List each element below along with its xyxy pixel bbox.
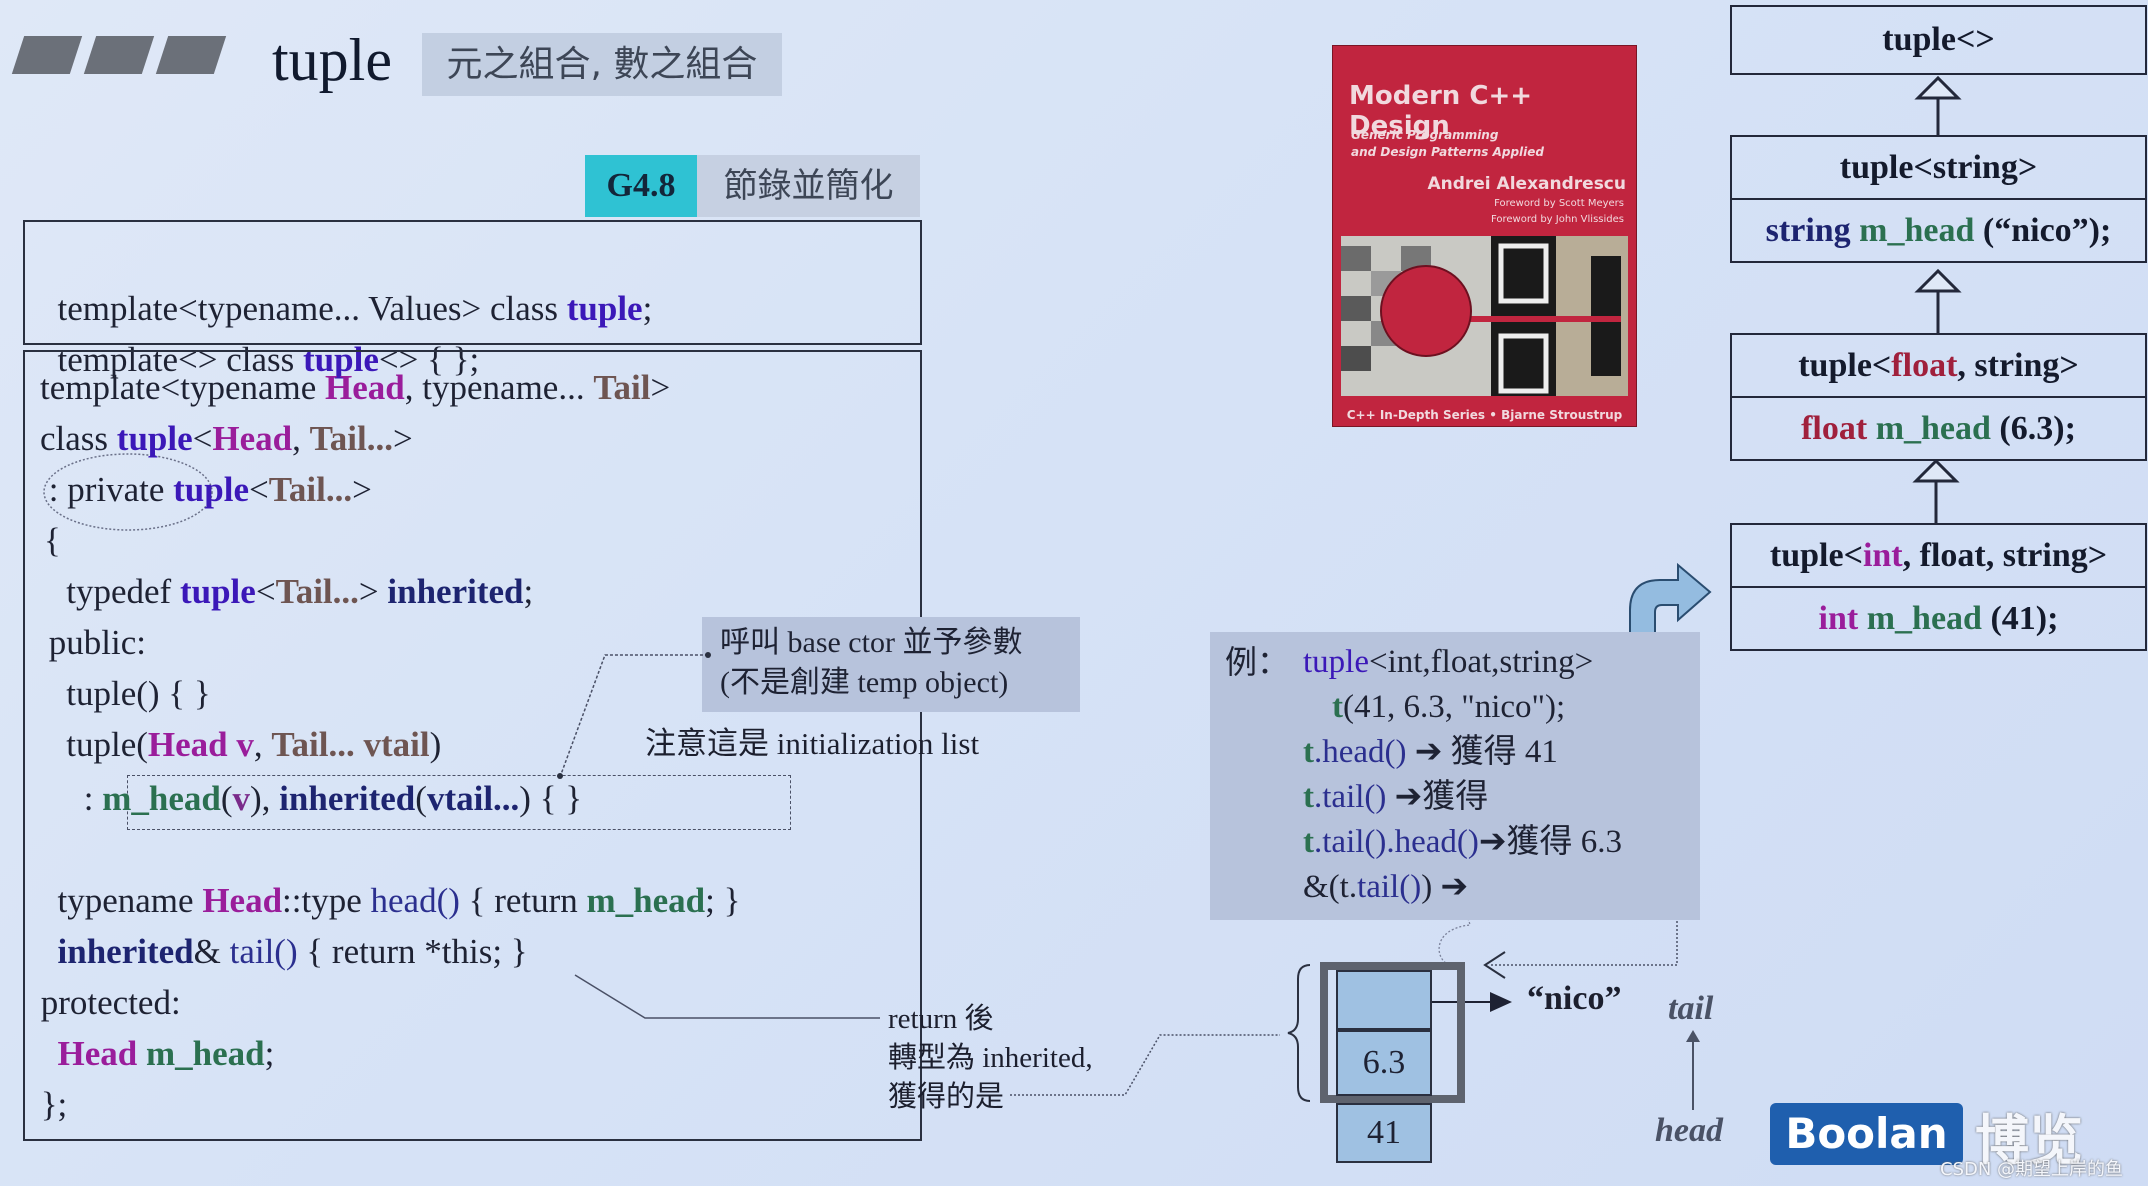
uml-class-member: string m_head (“nico”); — [1732, 198, 2145, 261]
return-to-memory-connector — [1010, 1034, 1280, 1096]
uml-class-tuple-float-string: tuple<float, string> float m_head (6.3); — [1730, 333, 2147, 461]
uml-member-name: m_head — [1866, 600, 1982, 637]
memory-cell-int: 41 — [1336, 1103, 1432, 1163]
example-line-1: tuple<int,float,string> — [1303, 640, 1593, 685]
code-text: (41, 6.3, "nico"); — [1343, 689, 1566, 725]
callout-connector — [559, 654, 708, 778]
code-var-t: t — [1332, 689, 1343, 725]
uml-name-text: > — [2017, 149, 2038, 186]
example-line-4: t.tail() ➔獲得 — [1303, 775, 1488, 820]
uml-member-space — [1867, 410, 1876, 447]
boolan-logo: Boolan — [1770, 1103, 1963, 1165]
book-author: Andrei Alexandrescu — [1427, 174, 1626, 194]
code-var-t: t — [1303, 734, 1314, 770]
code-keyword-tuple: tuple — [1303, 644, 1369, 680]
uml-member-type: int — [1818, 600, 1859, 637]
uml-class-name: tuple<> — [1732, 7, 2145, 73]
uml-name-text: tuple<> — [1882, 21, 1995, 58]
return-note-connector — [574, 974, 880, 1019]
code-text: &(t. — [1303, 869, 1358, 905]
tail-arrow-head — [1686, 1030, 1700, 1042]
uml-member-type: string — [1765, 212, 1860, 249]
uml-class-member: int m_head (41); — [1732, 586, 2145, 649]
memory-cell-float: 6.3 — [1336, 1030, 1432, 1096]
uml-name-type: float — [1891, 347, 1958, 384]
uml-class-tuple-string: tuple<string> string m_head (“nico”); — [1730, 135, 2147, 263]
example-line-5: t.tail().head()➔獲得 6.3 — [1303, 820, 1622, 865]
uml-member-type: float — [1801, 410, 1868, 447]
code-text: ➔ 獲得 41 — [1406, 734, 1558, 770]
uml-class-name: tuple<string> — [1732, 137, 2145, 198]
example-line-6: &(t.tail()) ➔ — [1303, 865, 1468, 910]
book-cover-image: Modern C++ Design Generic Programming an… — [1332, 45, 1637, 427]
book-subtitle-1: Generic Programming — [1351, 128, 1499, 142]
code-function: .tail().head() — [1314, 824, 1479, 860]
code-text: <int,float,string> — [1368, 644, 1594, 680]
example-line-2: t(41, 6.3, "nico"); — [1332, 685, 1565, 730]
example-line-3: t.head() ➔ 獲得 41 — [1303, 730, 1558, 775]
uml-member-space — [1858, 600, 1867, 637]
uml-member-name: m_head — [1875, 410, 1991, 447]
tail-label: tail — [1668, 990, 1714, 1027]
uml-member-init: (41); — [1981, 600, 2059, 637]
memory-cell-string-ptr — [1336, 970, 1432, 1030]
code-text: ➔獲得 — [1386, 779, 1489, 815]
code-text: ) ➔ — [1421, 869, 1469, 905]
uml-class-name: tuple<float, string> — [1732, 335, 2145, 396]
uml-name-text: , string> — [1957, 347, 2079, 384]
book-foreword-1: Foreword by Scott Meyers — [1494, 198, 1624, 209]
uml-name-text: tuple< — [1769, 537, 1863, 574]
uml-class-name: tuple<int, float, string> — [1732, 525, 2145, 586]
book-art — [1341, 236, 1628, 396]
code-function: tail() — [1357, 869, 1422, 905]
uml-member-init: (“nico”); — [1974, 212, 2112, 249]
book-series: C++ In-Depth Series • Bjarne Stroustrup — [1346, 408, 1623, 422]
code-var-t: t — [1303, 779, 1314, 815]
head-label: head — [1655, 1112, 1723, 1149]
code-var-t: t — [1303, 824, 1314, 860]
book-foreword-2: Foreword by John Vlissides — [1491, 214, 1624, 225]
pointer-target-label: “nico” — [1527, 980, 1622, 1017]
code-text: ➔獲得 6.3 — [1478, 824, 1623, 860]
uml-member-name: m_head — [1859, 212, 1975, 249]
uml-name-text: tuple< — [1798, 347, 1892, 384]
pointer-arrowhead — [1490, 992, 1512, 1012]
callout-connector-dot — [705, 652, 711, 658]
uml-name-type: int — [1862, 537, 1903, 574]
code-function: .head() — [1314, 734, 1407, 770]
memory-brace — [1287, 964, 1311, 1102]
uml-class-tuple-int-float-string: tuple<int, float, string> int m_head (41… — [1730, 523, 2147, 651]
uml-class-member: float m_head (6.3); — [1732, 396, 2145, 459]
code-function: .tail() — [1314, 779, 1387, 815]
csdn-watermark: CSDN @期望上岸的鱼 — [1940, 1159, 2124, 1180]
uml-class-tuple-empty: tuple<> — [1730, 5, 2147, 75]
example-label: 例： — [1225, 643, 1290, 681]
uml-name-type: string — [1932, 149, 2018, 186]
uml-member-init: (6.3); — [1990, 410, 2076, 447]
uml-name-text: tuple< — [1839, 149, 1933, 186]
book-subtitle-2: and Design Patterns Applied — [1351, 145, 1545, 159]
uml-name-text: , float, string> — [1902, 537, 2108, 574]
callout-connector-dot — [557, 773, 563, 779]
